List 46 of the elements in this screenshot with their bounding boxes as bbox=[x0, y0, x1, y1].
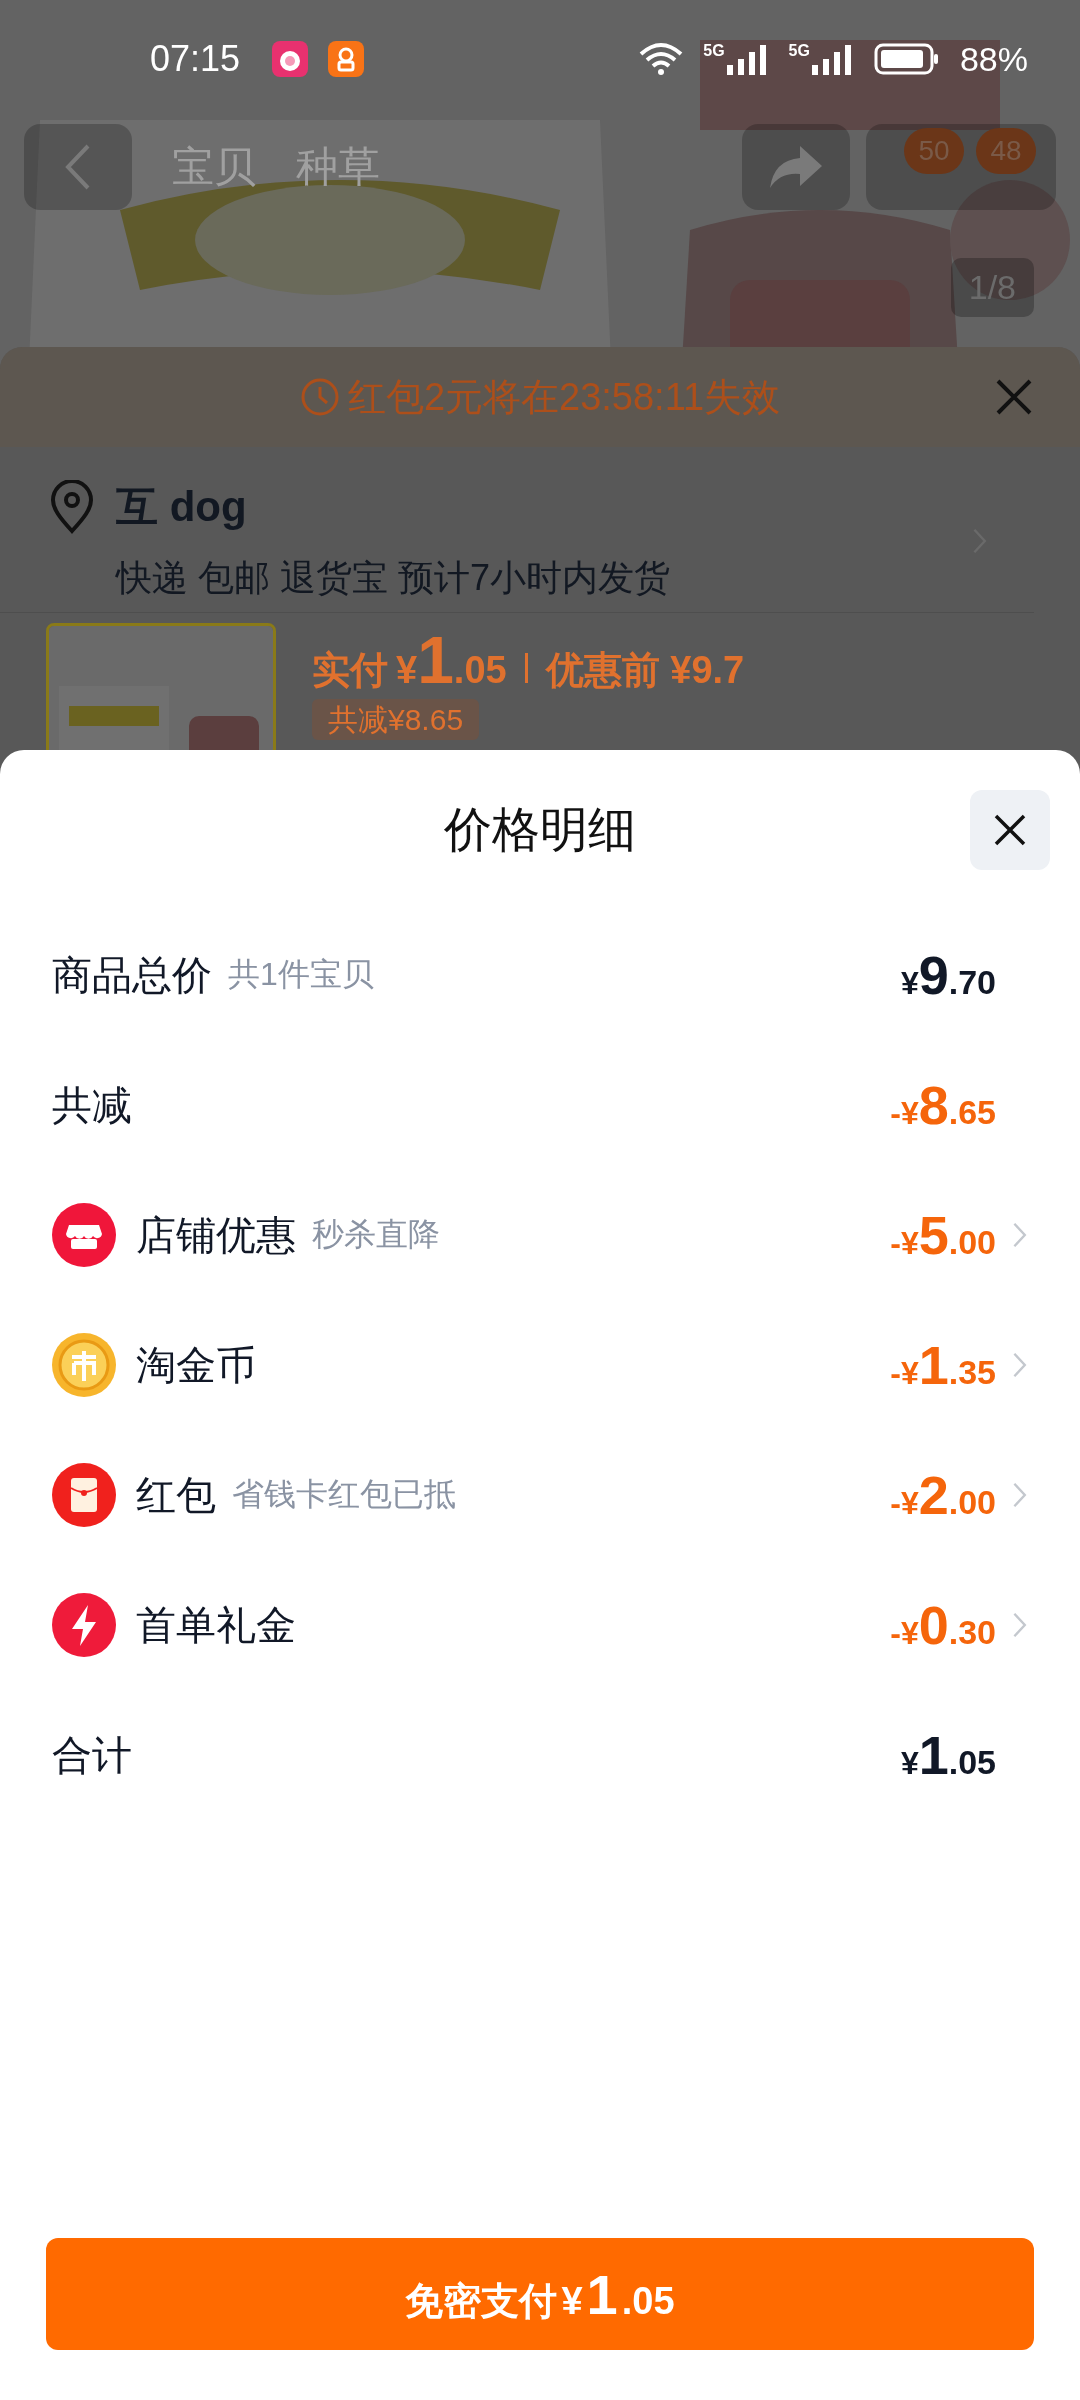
delivery-details: 快递 包邮 退货宝 预计7小时内发货 bbox=[116, 555, 672, 600]
amount-text: ¥9.70 bbox=[900, 944, 996, 1006]
battery-icon bbox=[873, 43, 940, 75]
network-label: 5G bbox=[788, 43, 810, 59]
battery-percent: 88% bbox=[959, 39, 1028, 79]
store-icon bbox=[52, 1203, 116, 1267]
lightning-icon bbox=[52, 1593, 116, 1657]
location-pin-icon bbox=[50, 479, 94, 534]
clock-icon bbox=[299, 377, 340, 417]
amount-text: -¥8.65 bbox=[890, 1074, 996, 1136]
row-label: 淘金币 bbox=[136, 1341, 256, 1389]
page-tab[interactable]: 种草 bbox=[296, 138, 380, 195]
status-time: 07:15 bbox=[150, 38, 241, 80]
close-icon bbox=[992, 812, 1028, 848]
row-note: 省钱卡红包已抵 bbox=[232, 1475, 456, 1514]
row-note: 共1件宝贝 bbox=[228, 955, 374, 994]
app-icon bbox=[272, 41, 309, 77]
recipient-name: 互 dog bbox=[116, 481, 248, 532]
amount-text: -¥2.00 bbox=[890, 1464, 996, 1526]
amount-text: -¥5.00 bbox=[890, 1204, 996, 1266]
signal-icon bbox=[809, 43, 854, 75]
row-label: 合计 bbox=[52, 1731, 132, 1779]
row-label: 店铺优惠 bbox=[136, 1211, 296, 1259]
pay-button[interactable]: 免密支付¥1.05 bbox=[46, 2238, 1034, 2350]
amount-text: ¥1.05 bbox=[900, 1724, 996, 1786]
coin-icon bbox=[52, 1333, 116, 1397]
close-icon[interactable] bbox=[994, 377, 1034, 417]
row-note: 秒杀直降 bbox=[312, 1215, 440, 1254]
amount-text: -¥1.35 bbox=[890, 1334, 996, 1396]
row-label: 首单礼金 bbox=[136, 1601, 296, 1649]
signal-icon bbox=[724, 43, 769, 75]
network-label: 5G bbox=[703, 43, 725, 59]
sheet-title: 价格明细 bbox=[443, 802, 637, 858]
discount-tag: 共减¥8.65 bbox=[312, 699, 480, 740]
share-button[interactable] bbox=[742, 123, 850, 210]
row-label: 商品总价 bbox=[52, 951, 212, 999]
app-icon bbox=[328, 41, 365, 77]
envelope-icon bbox=[52, 1463, 116, 1527]
price-summary: 实付 ¥1.05 优惠前 ¥9.7 bbox=[312, 627, 745, 693]
countdown-text: 红包2元将在23:58:11失效 bbox=[347, 374, 781, 420]
row-label: 共减 bbox=[52, 1081, 132, 1129]
amount-text: -¥0.30 bbox=[890, 1594, 996, 1656]
back-button[interactable] bbox=[24, 123, 132, 210]
wifi-icon bbox=[639, 42, 684, 76]
row-label: 红包 bbox=[136, 1471, 216, 1519]
close-button[interactable] bbox=[970, 790, 1050, 870]
